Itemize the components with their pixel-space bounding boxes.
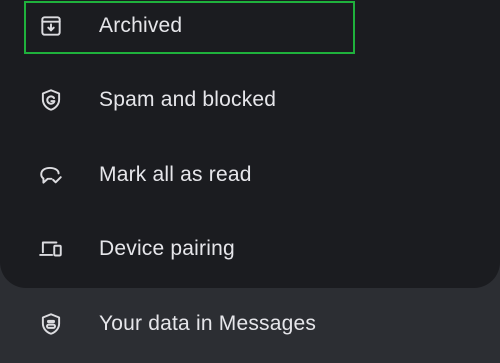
shield-toggle-icon [38,311,64,337]
menu-item-spam-and-blocked[interactable]: Spam and blocked [0,72,500,128]
chat-check-icon [38,162,64,188]
devices-icon [38,236,64,262]
menu-item-archived[interactable]: Archived [0,0,500,54]
shield-g-icon [38,87,64,113]
menu-item-label: Spam and blocked [99,88,277,111]
menu-item-mark-all-as-read[interactable]: Mark all as read [0,147,500,203]
menu-item-label: Mark all as read [99,163,252,186]
overflow-menu-panel: Archived Spam and blocked Mark all as re… [0,0,500,288]
menu-item-device-pairing[interactable]: Device pairing [0,221,500,277]
archive-icon [38,13,64,39]
menu-item-label: Archived [99,14,183,37]
menu-item-label: Your data in Messages [99,312,317,335]
menu-item-your-data-in-messages[interactable]: Your data in Messages [0,296,500,352]
menu-item-label: Device pairing [99,237,235,260]
